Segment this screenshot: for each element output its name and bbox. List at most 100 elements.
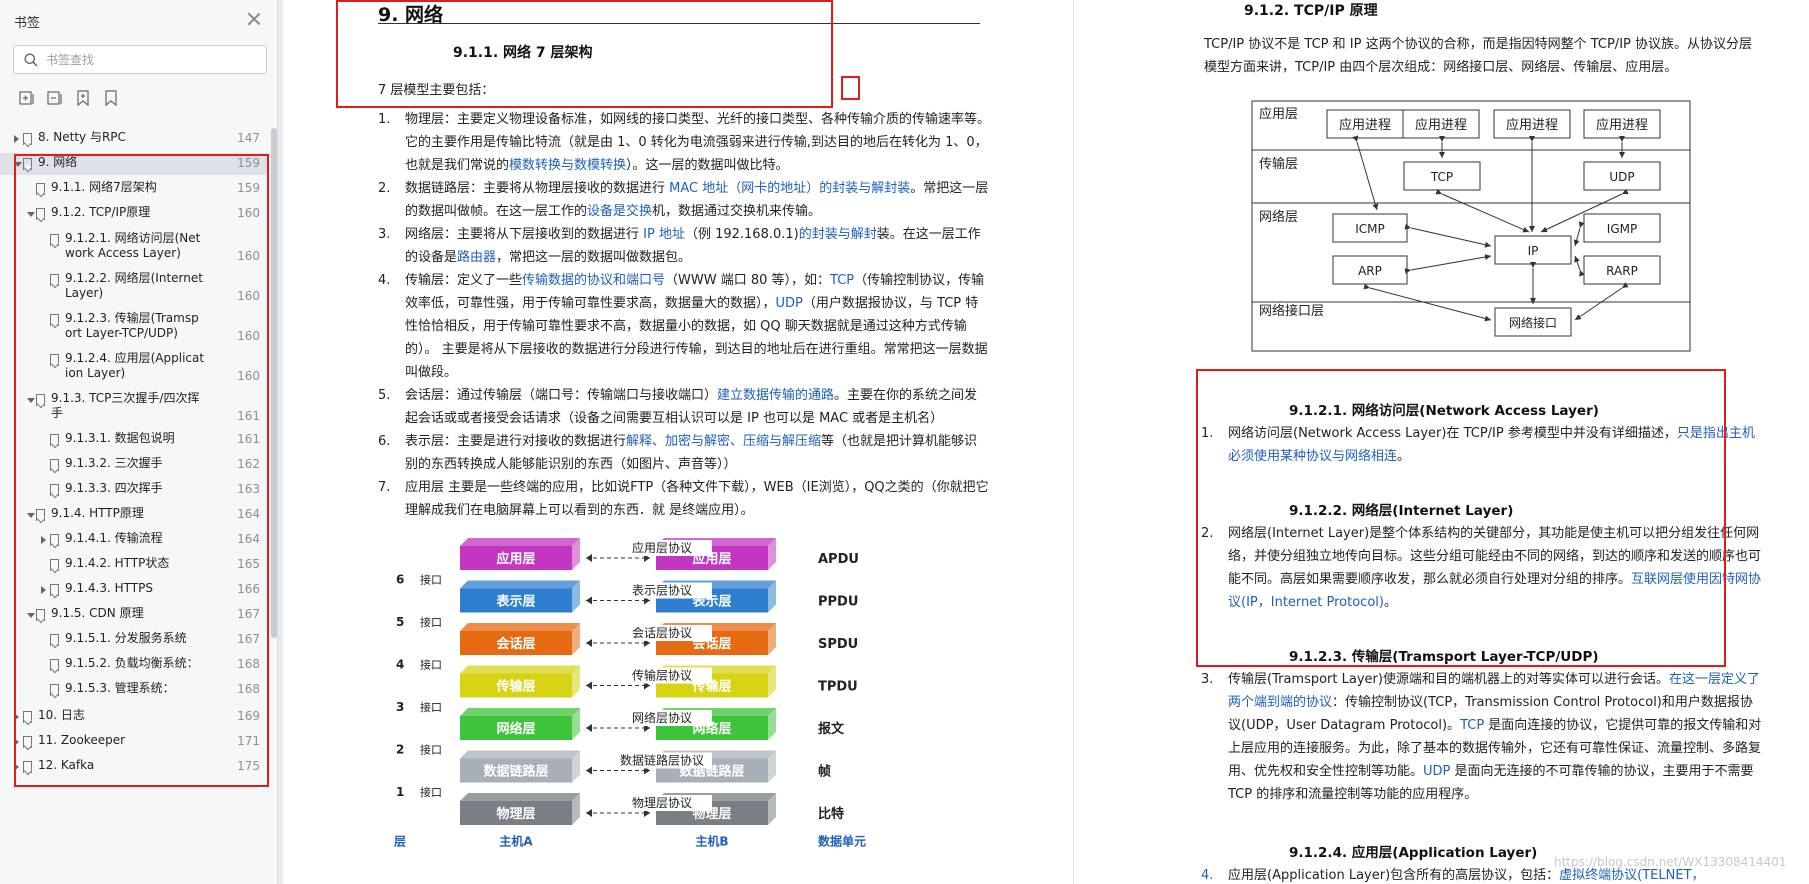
- expanded-arrow-icon[interactable]: [27, 398, 35, 403]
- bookmark-item[interactable]: 9.1.2.2. 网络层(Internet Layer) 160: [0, 269, 268, 305]
- sidebar-scrollbar[interactable]: [271, 128, 277, 638]
- protocol-label: 网络层协议: [632, 710, 692, 725]
- hyperlink[interactable]: IP 地址: [643, 227, 685, 242]
- expanded-arrow-icon[interactable]: [27, 613, 35, 618]
- hyperlink[interactable]: 设备是交换: [587, 204, 652, 219]
- bookmark-search-input[interactable]: [46, 50, 256, 70]
- bookmark-icon: [50, 459, 59, 471]
- bookmark-page-number: 159: [237, 181, 260, 195]
- bookmark-search-box[interactable]: [13, 45, 267, 74]
- bookmark-page-number: 168: [237, 657, 260, 671]
- footer-layer: 层: [394, 835, 406, 849]
- text-run: 传输层(Tramsport Layer)使源端和目的端机器上的对等实体可以进行会…: [1228, 672, 1669, 687]
- list-item: 7. 应用层 主要是一些终端的应用，比如说FTP（各种文件下载），WEB（IE浏览…: [378, 476, 990, 522]
- bookmark-item[interactable]: 12. Kafka 175: [0, 756, 268, 778]
- close-icon[interactable]: [245, 10, 263, 28]
- expand-all-icon[interactable]: [18, 89, 36, 107]
- bookmark-icon[interactable]: [102, 89, 120, 107]
- intro-text: 7 层模型主要包括：: [378, 83, 495, 98]
- tcpip-intro: TCP/IP 协议不是 TCP 和 IP 这两个协议的合称，而是指因特网整个 T…: [1204, 37, 1752, 75]
- add-bookmark-icon[interactable]: [74, 89, 92, 107]
- bookmark-item[interactable]: 9.1.5.2. 负载均衡系统： 168: [0, 654, 268, 676]
- collapsed-arrow-icon[interactable]: [14, 738, 19, 746]
- bookmark-item[interactable]: 9.1.5.3. 管理系统： 168: [0, 679, 268, 701]
- hyperlink[interactable]: 的封装与解封: [799, 227, 877, 242]
- collapsed-arrow-icon[interactable]: [41, 586, 46, 594]
- bookmark-item[interactable]: 9.1.3.3. 四次挥手 163: [0, 479, 268, 501]
- bookmark-item[interactable]: 9.1.1. 网络7层架构 159: [0, 178, 268, 200]
- bookmark-label: 9.1.3.3. 四次挥手: [65, 481, 163, 495]
- bookmark-item[interactable]: 10. 日志 169: [0, 706, 268, 728]
- bookmark-label: 9.1.1. 网络7层架构: [51, 180, 157, 194]
- bookmark-icon: [36, 509, 45, 521]
- list-item: 4. 传输层：定义了一些传输数据的协议和端口号（WWW 端口 80 等），如：TC…: [378, 269, 990, 384]
- text-run: 。: [1383, 595, 1397, 610]
- bookmark-item[interactable]: 9.1.4.3. HTTPS 166: [0, 579, 268, 601]
- bookmark-item[interactable]: 11. Zookeeper 171: [0, 731, 268, 753]
- protocol-label: 应用层协议: [632, 540, 692, 555]
- collapse-all-icon[interactable]: [46, 89, 64, 107]
- hyperlink[interactable]: 虚拟终端协议(TELNET，: [1559, 868, 1704, 883]
- hyperlink[interactable]: TCP: [830, 273, 854, 288]
- collapsed-arrow-icon[interactable]: [14, 135, 19, 143]
- hyperlink[interactable]: TCP: [1460, 718, 1484, 733]
- bookmark-item[interactable]: 9.1.2.1. 网络访问层(Net work Access Layer) 160: [0, 229, 268, 265]
- list-number: 3.: [1201, 672, 1214, 687]
- bookmark-item[interactable]: 9.1.4. HTTP原理 164: [0, 504, 268, 526]
- text-run: 。: [1397, 449, 1411, 464]
- bookmark-item[interactable]: 9.1.3.2. 三次握手 162: [0, 454, 268, 476]
- bookmark-item[interactable]: 9.1.2. TCP/IP原理 160: [0, 203, 268, 225]
- hyperlink[interactable]: 路由器: [457, 250, 496, 265]
- bookmark-item[interactable]: 9.1.3. TCP三次握手/四次挥 手 161: [0, 389, 268, 425]
- data-unit-label: 帧: [818, 764, 831, 780]
- arrow-head: [586, 724, 592, 732]
- bookmark-item[interactable]: 9.1.3.1. 数据包说明 161: [0, 429, 268, 451]
- bookmark-item[interactable]: 9.1.4.2. HTTP状态 165: [0, 554, 268, 576]
- hyperlink[interactable]: 模数转换与数模转换: [509, 158, 626, 173]
- hyperlink[interactable]: UDP: [1423, 764, 1450, 779]
- data-unit-label: PPDU: [818, 595, 858, 610]
- tcp-label: TCP: [1430, 170, 1453, 184]
- list-item: 1. 网络访问层(Network Access Layer)在 TCP/IP 参考…: [1201, 422, 1763, 468]
- bookmark-item[interactable]: 9.1.2.4. 应用层(Applicat ion Layer) 160: [0, 349, 268, 385]
- process-label: 应用进程: [1596, 117, 1648, 133]
- interface-label: 接口: [420, 701, 442, 714]
- arrow-head: [586, 554, 592, 562]
- collapsed-arrow-icon[interactable]: [14, 713, 19, 721]
- bookmark-page-number: 169: [237, 709, 260, 723]
- interface-number: 2: [396, 742, 404, 756]
- bookmark-page-number: 162: [237, 457, 260, 471]
- hyperlink[interactable]: MAC 地址（网卡的地址）的封装与解封装: [669, 181, 910, 196]
- list-item: 3. 传输层(Tramsport Layer)使源端和目的端机器上的对等实体可以进…: [1201, 668, 1763, 806]
- bookmark-label: 9.1.5.2. 负载均衡系统：: [65, 656, 199, 670]
- layer-name: 应用层: [496, 551, 535, 567]
- arp-label: ARP: [1358, 264, 1382, 278]
- expanded-arrow-icon[interactable]: [14, 162, 22, 167]
- bookmark-item[interactable]: 9.1.4.1. 传输流程 164: [0, 529, 268, 551]
- hyperlink[interactable]: 传输数据的协议和端口号: [522, 273, 665, 288]
- expanded-arrow-icon[interactable]: [27, 212, 35, 217]
- bookmark-item[interactable]: 8. Netty 与RPC 147: [0, 128, 268, 150]
- list-number: 7.: [378, 480, 391, 495]
- hyperlink[interactable]: 建立数据传输的通路: [717, 388, 834, 403]
- hyperlink[interactable]: UDP: [776, 296, 803, 311]
- list-item: 2. 数据链路层：主要将从物理层接收的数据进行 MAC 地址（网卡的地址）的封装与…: [378, 177, 990, 223]
- data-unit-label: 比特: [818, 806, 844, 822]
- hyperlink[interactable]: 解释、加密与解密、压缩与解压缩: [626, 434, 821, 449]
- bookmark-page-number: 160: [237, 329, 260, 343]
- bookmark-item[interactable]: 9.1.5.1. 分发服务系统 167: [0, 629, 268, 651]
- bookmark-item[interactable]: 9.1.5. CDN 原理 167: [0, 604, 268, 626]
- text-run: （例 192.168.0.1): [684, 227, 799, 242]
- collapsed-arrow-icon[interactable]: [41, 536, 46, 544]
- bookmark-item[interactable]: 9.1.2.3. 传输层(Tramsp ort Layer-TCP/UDP) 16…: [0, 309, 268, 345]
- interface-label: 接口: [420, 743, 442, 756]
- layer-name: 会话层: [496, 636, 535, 652]
- bookmark-page-number: 164: [237, 532, 260, 546]
- bookmark-icon: [23, 761, 32, 773]
- document-page-left: 9. 网络 9.1.1. 网络 7 层架构 7 层模型主要包括： 1. 物理层：主…: [283, 0, 1073, 884]
- expanded-arrow-icon[interactable]: [27, 513, 35, 518]
- collapsed-arrow-icon[interactable]: [14, 763, 19, 771]
- bookmark-item[interactable]: 9. 网络 159: [0, 153, 268, 175]
- tcpip-title: 9.1.2. TCP/IP 原理: [1244, 3, 1378, 19]
- udp-label: UDP: [1609, 170, 1634, 184]
